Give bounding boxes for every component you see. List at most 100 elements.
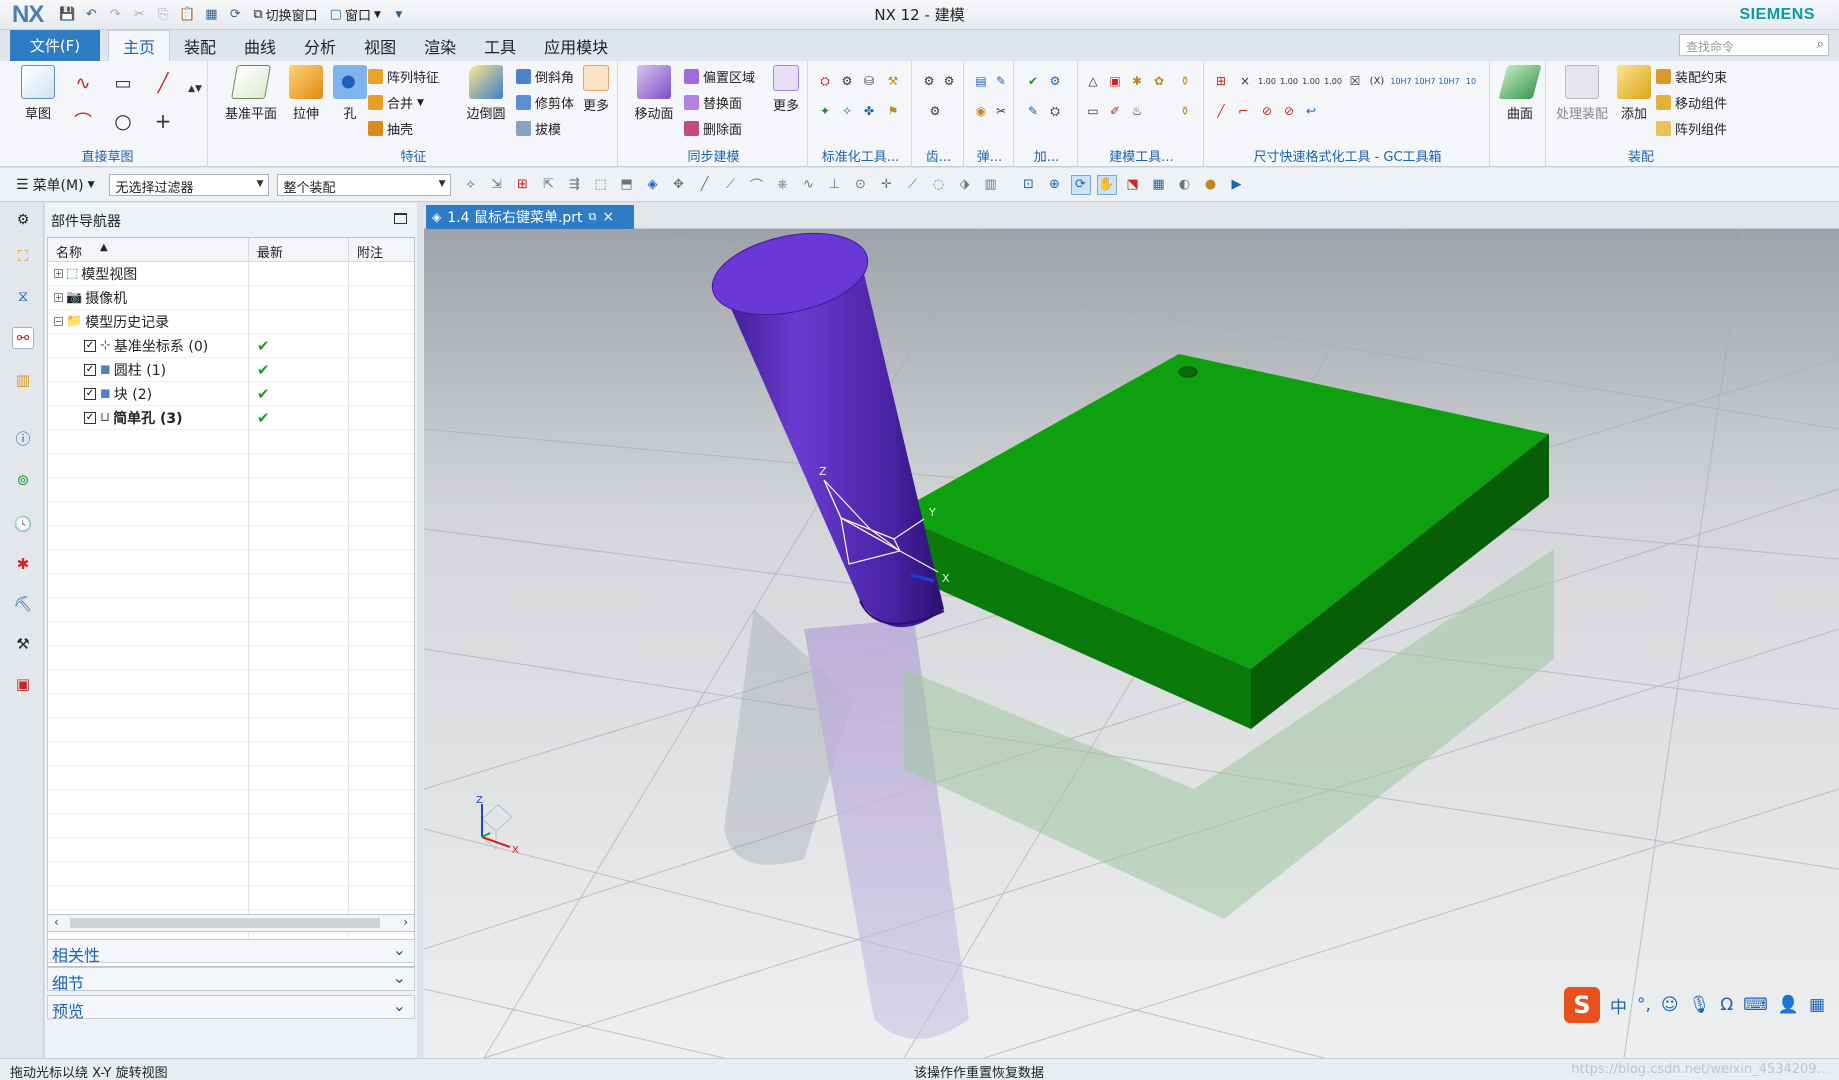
customize-qat-icon[interactable]: ▼	[389, 5, 409, 25]
pattern-feature-button[interactable]: 阵列特征	[368, 67, 439, 86]
arc-icon[interactable]: ⌒	[74, 112, 92, 133]
dim-tool-icon[interactable]: ×	[1236, 73, 1254, 89]
tree-row[interactable]: ✓ ◼ 圆柱 (1) ✔	[48, 357, 414, 382]
system-materials-icon[interactable]: ✱	[12, 553, 34, 575]
spring-tool-icon[interactable]: ✂	[992, 103, 1010, 119]
modeling-tool-icon[interactable]: ▣	[1106, 73, 1124, 89]
dim-tool-icon[interactable]: 1.00	[1280, 73, 1298, 89]
assembly-constraint-button[interactable]: 装配约束	[1656, 67, 1727, 86]
copy-icon[interactable]: ⎘	[153, 5, 173, 25]
process-assembly-button[interactable]: 处理装配	[1550, 65, 1614, 122]
tab-assembly[interactable]: 装配	[170, 30, 230, 61]
tree-row[interactable]: ✓ ⊹ 基准坐标系 (0) ✔	[48, 333, 414, 358]
assembly-navigator-icon[interactable]: ⛶	[12, 245, 34, 267]
dim-tool-icon[interactable]: 10H7	[1390, 73, 1411, 89]
add-tool-icon[interactable]: ⛭	[1046, 103, 1064, 119]
move-face-button[interactable]: 移动面	[628, 65, 680, 122]
modeling-tool-icon[interactable]: ✱	[1128, 73, 1146, 89]
dim-tool-icon[interactable]: 1.00	[1324, 73, 1342, 89]
microphone-icon[interactable]: 🎙	[1689, 995, 1711, 1015]
grid-menu-icon[interactable]: ▦	[1809, 995, 1825, 1015]
switch-window-button[interactable]: ⧉ 切换窗口	[249, 5, 321, 24]
shading-icon[interactable]: ◐	[1175, 175, 1195, 195]
snap-icon[interactable]: ✥	[669, 175, 689, 195]
dim-tool-icon[interactable]: ╱	[1212, 103, 1230, 119]
selection-scope-dropdown[interactable]: 整个装配	[276, 173, 451, 196]
feature-more-button[interactable]: 更多	[576, 65, 616, 114]
snap-icon[interactable]: ⟋	[903, 175, 923, 195]
dim-tool-icon[interactable]: 10H7	[1414, 73, 1435, 89]
tab-home[interactable]: 主页	[108, 30, 171, 61]
snap-icon[interactable]: ⊥	[825, 175, 845, 195]
sketch-button[interactable]: 草图	[12, 65, 64, 122]
part-navigator-icon[interactable]: ⚯	[12, 327, 34, 349]
line-icon[interactable]: ╱	[154, 73, 172, 94]
tab-curve[interactable]: 曲线	[230, 30, 290, 61]
edge-blend-button[interactable]: 边倒圆	[456, 65, 516, 122]
pin-icon[interactable]: ⧉	[589, 210, 597, 224]
snap-icon[interactable]: ⌒	[747, 175, 767, 195]
spring-tool-icon[interactable]: ▤	[972, 73, 990, 89]
tab-tools[interactable]: 工具	[470, 30, 530, 61]
gear-tool-icon[interactable]: ⚙	[940, 73, 958, 89]
save-icon[interactable]: 💾	[57, 5, 77, 25]
tool-icon[interactable]: ✧	[838, 103, 856, 119]
column-header-note[interactable]: 附注	[349, 238, 414, 261]
pan-icon[interactable]: ✋	[1096, 174, 1117, 195]
tool-icon[interactable]: ✦	[816, 103, 834, 119]
document-tab[interactable]: ◈ 1.4 鼠标右键菜单.prt ⧉ ×	[426, 205, 634, 229]
snap-icon[interactable]: ∿	[799, 175, 819, 195]
tool-icon[interactable]: ⚙	[838, 73, 856, 89]
tab-application[interactable]: 应用模块	[530, 30, 622, 61]
expand-toggle-icon[interactable]: +	[54, 269, 63, 278]
repeat-command-icon[interactable]: ⟳	[225, 5, 245, 25]
snap-icon[interactable]: ✛	[877, 175, 897, 195]
visibility-checkbox[interactable]: ✓	[84, 411, 96, 424]
profile-icon[interactable]: ∿	[74, 73, 92, 94]
spring-tool-icon[interactable]: ✎	[992, 73, 1010, 89]
constraint-navigator-icon[interactable]: ⧖	[12, 285, 34, 307]
gear-tool-icon[interactable]: ⚙	[926, 103, 944, 119]
horizontal-scrollbar[interactable]: ‹ ›	[47, 914, 415, 932]
sync-more-button[interactable]: 更多	[766, 65, 806, 114]
tool-icon[interactable]: ✤	[860, 103, 878, 119]
history-icon[interactable]: 🕓	[12, 513, 34, 535]
menu-button[interactable]: ☰ 菜单(M) ▼	[16, 175, 95, 195]
snap-icon[interactable]: ⬗	[955, 175, 975, 195]
emoji-icon[interactable]: ☺	[1661, 995, 1679, 1015]
redo-icon[interactable]: ↷	[105, 5, 125, 25]
settings-gear-icon[interactable]: ⚙	[12, 209, 34, 231]
selection-icon[interactable]: ⬒	[617, 175, 637, 195]
zoom-icon[interactable]: ⊕	[1045, 175, 1065, 195]
paste-icon[interactable]: 📋	[177, 5, 197, 25]
tree-row[interactable]: + ⬚ 模型视图	[48, 261, 414, 286]
modeling-tool-icon[interactable]: ✐	[1106, 103, 1124, 119]
expand-toggle-icon[interactable]: +	[54, 293, 63, 302]
tree-row[interactable]: + 📷 摄像机	[48, 285, 414, 310]
dim-tool-icon[interactable]: ⌐	[1234, 103, 1252, 119]
background-icon[interactable]: ●	[1201, 175, 1221, 195]
point-icon[interactable]: +	[154, 109, 172, 133]
trim-body-button[interactable]: 修剪体	[516, 93, 574, 112]
process-studio-icon[interactable]: ⛏	[12, 593, 34, 615]
tool-icon[interactable]: ⛁	[860, 73, 878, 89]
snap-icon[interactable]: ⊙	[851, 175, 871, 195]
tool-icon[interactable]: ⚑	[884, 103, 902, 119]
type-filter-dropdown[interactable]: 无选择过滤器	[108, 173, 269, 196]
modeling-tool-icon[interactable]: ✿	[1150, 73, 1168, 89]
keyboard-icon[interactable]: ⌨	[1743, 995, 1768, 1015]
roles-icon[interactable]: ▣	[12, 673, 34, 695]
tab-view[interactable]: 视图	[350, 30, 410, 61]
shell-button[interactable]: 抽壳	[368, 119, 413, 138]
dim-tool-icon[interactable]: 10H7	[1438, 73, 1459, 89]
selection-icon[interactable]: ⇲	[487, 175, 507, 195]
selection-icon[interactable]: ⟡	[461, 175, 481, 195]
window-menu-button[interactable]: ▢ 窗口 ▼	[326, 5, 385, 24]
fit-view-icon[interactable]: ⊡	[1019, 175, 1039, 195]
modeling-tool-icon[interactable]: △	[1084, 73, 1102, 89]
dim-tool-icon[interactable]: 1.00	[1258, 73, 1276, 89]
selection-icon[interactable]: ⇱	[539, 175, 559, 195]
snap-icon[interactable]: ⟋	[721, 175, 741, 195]
pattern-component-button[interactable]: 阵列组件	[1656, 119, 1727, 138]
selection-icon[interactable]: ⇶	[565, 175, 585, 195]
